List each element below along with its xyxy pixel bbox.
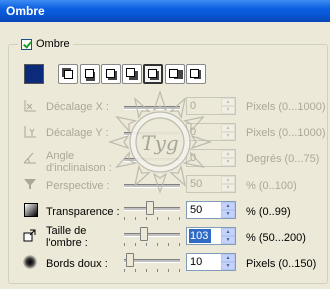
soft-edges-slider-thumb[interactable] bbox=[126, 253, 134, 267]
angle-input[interactable] bbox=[189, 151, 221, 165]
angle-unit: Degrés (0...75) bbox=[246, 153, 320, 165]
offset-x-unit: Pixels (0...1000) bbox=[246, 101, 326, 113]
perspective-spin[interactable]: ▲▼ bbox=[186, 175, 236, 193]
shadow-size-slider-thumb[interactable] bbox=[140, 227, 148, 241]
soft-edges-icon bbox=[23, 255, 37, 269]
title-bar: Ombre bbox=[0, 0, 330, 22]
offset-x-spin[interactable]: ▲▼ bbox=[186, 97, 236, 115]
shadow-size-unit: % (50...200) bbox=[246, 232, 306, 244]
angle-down-icon[interactable]: ▼ bbox=[221, 158, 235, 166]
transparency-input[interactable] bbox=[189, 203, 221, 217]
shadow-position-center-button[interactable] bbox=[143, 64, 163, 84]
transparency-label: Transparence : bbox=[46, 206, 120, 218]
soft-edges-input[interactable] bbox=[189, 255, 221, 269]
angle-icon bbox=[22, 150, 38, 166]
offset-y-spin[interactable]: ▲▼ bbox=[186, 123, 236, 141]
angle-up-icon[interactable]: ▲ bbox=[221, 150, 235, 158]
shadow-position-top-left-button[interactable] bbox=[58, 64, 78, 84]
shadow-position-top-button[interactable] bbox=[80, 64, 100, 84]
offset-x-down-icon[interactable]: ▼ bbox=[221, 106, 235, 114]
shadow-position-bottom-left-button[interactable] bbox=[122, 64, 142, 84]
shadow-checkbox-label: Ombre bbox=[36, 38, 70, 50]
shadow-size-ticks bbox=[124, 243, 180, 247]
shadow-size-spin[interactable]: ▲▼ bbox=[186, 227, 236, 245]
offset-y-down-icon[interactable]: ▼ bbox=[221, 132, 235, 140]
perspective-input[interactable] bbox=[189, 177, 221, 191]
perspective-label: Perspective : bbox=[46, 180, 110, 192]
perspective-unit: % (0..100) bbox=[246, 180, 297, 192]
angle-slider[interactable] bbox=[124, 158, 180, 162]
transparency-icon bbox=[22, 175, 38, 191]
shadow-size-down-icon[interactable]: ▼ bbox=[221, 236, 235, 244]
transparency-ticks bbox=[124, 217, 180, 221]
soft-edges-up-icon[interactable]: ▲ bbox=[221, 254, 235, 262]
offset-y-unit: Pixels (0...1000) bbox=[246, 127, 326, 139]
offset-x-up-icon[interactable]: ▲ bbox=[221, 98, 235, 106]
transparency-spin[interactable]: ▲▼ bbox=[186, 201, 236, 219]
soft-edges-label: Bords doux : bbox=[46, 258, 108, 270]
offset-x-icon bbox=[22, 98, 38, 114]
soft-edges-down-icon[interactable]: ▼ bbox=[221, 262, 235, 270]
offset-y-up-icon[interactable]: ▲ bbox=[221, 124, 235, 132]
offset-y-icon bbox=[22, 124, 38, 140]
shadow-size-slider[interactable] bbox=[124, 233, 180, 237]
shadow-position-top-right-button[interactable] bbox=[101, 64, 121, 84]
angle-spin[interactable]: ▲▼ bbox=[186, 149, 236, 167]
perspective-down-icon[interactable]: ▼ bbox=[221, 184, 235, 192]
angle-label-line2: d'inclinaison : bbox=[46, 162, 112, 174]
transparency-down-icon[interactable]: ▼ bbox=[221, 210, 235, 218]
shadow-checkbox[interactable] bbox=[21, 38, 32, 50]
soft-edges-ticks bbox=[124, 269, 180, 273]
offset-y-slider[interactable] bbox=[124, 132, 180, 136]
window-title: Ombre bbox=[6, 4, 45, 18]
soft-edges-unit: Pixels (0..150) bbox=[246, 258, 317, 270]
shadow-size-icon bbox=[22, 228, 38, 244]
shadow-toggle[interactable]: Ombre bbox=[18, 36, 73, 52]
offset-y-input[interactable] bbox=[189, 125, 221, 139]
offset-x-label: Décalage X : bbox=[46, 101, 109, 113]
perspective-up-icon[interactable]: ▲ bbox=[221, 176, 235, 184]
shadow-size-up-icon[interactable]: ▲ bbox=[221, 228, 235, 236]
offset-x-slider[interactable] bbox=[124, 106, 180, 110]
shadow-color-swatch[interactable] bbox=[24, 64, 44, 84]
shadow-size-input[interactable] bbox=[189, 229, 211, 243]
shadow-position-right-button[interactable] bbox=[186, 64, 206, 84]
angle-label-line1: Angle bbox=[46, 150, 75, 162]
offset-x-input[interactable] bbox=[189, 99, 221, 113]
soft-edges-spin[interactable]: ▲▼ bbox=[186, 253, 236, 271]
transparency-slider-thumb[interactable] bbox=[146, 201, 154, 215]
perspective-slider[interactable] bbox=[124, 184, 180, 188]
transparency-unit: % (0..99) bbox=[246, 206, 291, 218]
shadow-size-label-line1: Taille de bbox=[46, 225, 87, 237]
transparency-up-icon[interactable]: ▲ bbox=[221, 202, 235, 210]
transparency-gradient-icon bbox=[24, 203, 38, 217]
shadow-position-bottom-right-button[interactable] bbox=[165, 64, 185, 84]
offset-y-label: Décalage Y : bbox=[46, 127, 109, 139]
shadow-size-label-line2: l'ombre : bbox=[46, 237, 88, 249]
